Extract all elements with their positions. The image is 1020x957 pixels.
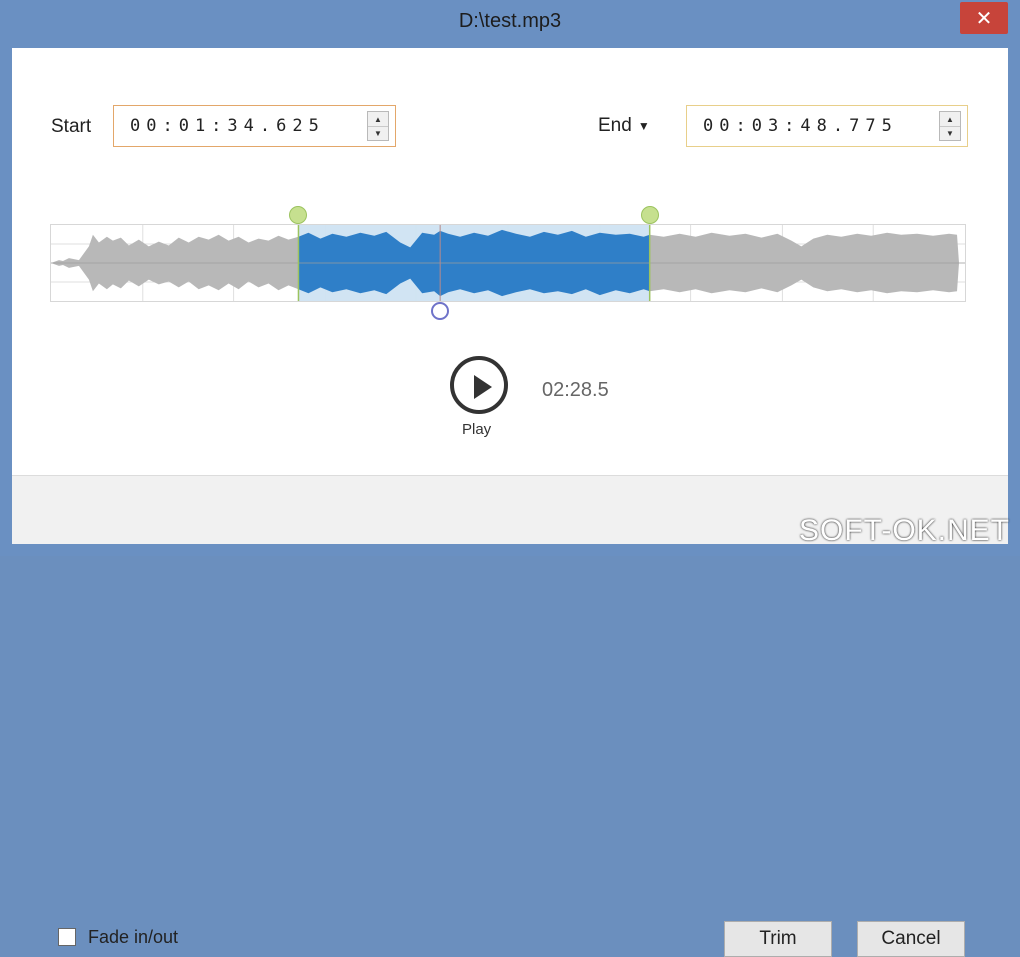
start-time-field[interactable]: 00:01:34.625 ▲ ▼ [113,105,396,147]
playback-time: 02:28.5 [542,379,609,401]
playhead-handle[interactable] [431,302,449,320]
end-time-decrement-button[interactable]: ▼ [940,126,960,140]
play-label: Play [462,421,492,438]
watermark: SOFT-OK.NET [798,514,1010,547]
start-marker-handle[interactable] [289,206,307,224]
close-icon: ✕ [975,7,993,30]
end-mode-dropdown[interactable]: End ▼ [598,115,650,137]
end-time-field[interactable]: 00:03:48.775 ▲ ▼ [686,105,968,147]
chevron-down-icon: ▼ [637,119,650,133]
end-time-increment-button[interactable]: ▲ [940,112,960,127]
waveform[interactable] [50,224,966,302]
close-button[interactable]: ✕ [960,2,1008,34]
start-time-stepper[interactable]: ▲ ▼ [367,111,389,141]
play-button[interactable] [450,356,514,420]
trim-dialog-window: D:\test.mp3 ✕ Start 00:01:34.625 ▲ ▼ End… [0,0,1020,957]
cancel-button[interactable]: Cancel [857,921,965,957]
titlebar: D:\test.mp3 ✕ [0,0,1020,48]
window-title: D:\test.mp3 [458,10,562,32]
play-circle [450,356,508,414]
end-marker-handle[interactable] [641,206,659,224]
fade-checkbox[interactable] [58,928,76,946]
start-time-value: 00:01:34.625 [130,116,325,136]
end-label: End [598,115,632,136]
start-time-decrement-button[interactable]: ▼ [368,126,388,140]
dialog-content: Start 00:01:34.625 ▲ ▼ End ▼ 00:03:48.77… [12,48,1008,957]
start-time-increment-button[interactable]: ▲ [368,112,388,127]
end-time-stepper[interactable]: ▲ ▼ [939,111,961,141]
fade-label: Fade in/out [88,927,179,947]
start-label: Start [51,116,92,137]
play-icon [474,375,492,399]
end-time-value: 00:03:48.775 [703,116,898,136]
trim-button[interactable]: Trim [724,921,832,957]
